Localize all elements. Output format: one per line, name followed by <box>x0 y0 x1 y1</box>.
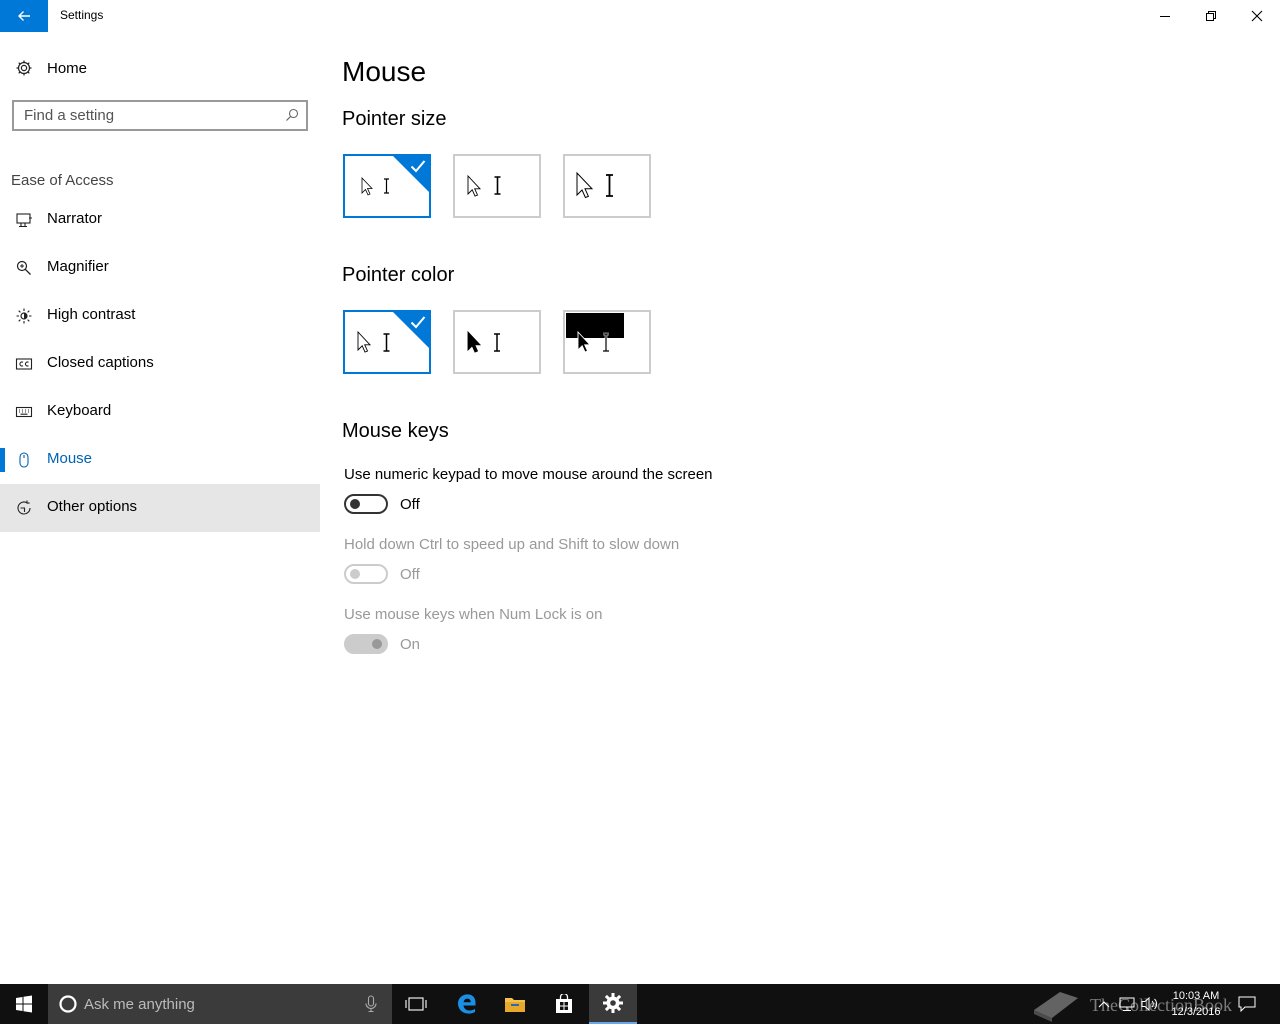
store-icon <box>556 994 572 1013</box>
pointer-size-large-option[interactable] <box>563 154 651 218</box>
taskbar-clock[interactable]: 10:03 AM 12/3/2016 <box>1163 988 1229 1020</box>
search-box <box>12 100 308 131</box>
pointer-size-medium-option[interactable] <box>453 154 541 218</box>
microphone-icon[interactable] <box>364 995 378 1013</box>
close-button[interactable] <box>1234 0 1280 32</box>
magnifier-icon <box>14 258 34 278</box>
sidebar-item-label: Mouse <box>47 450 93 467</box>
pointer-color-white-option[interactable] <box>343 310 431 374</box>
volume-button[interactable] <box>1139 984 1161 1024</box>
closed-captions-icon <box>14 354 34 374</box>
narrator-icon <box>14 210 34 230</box>
windows-logo-icon <box>16 995 32 1013</box>
sidebar-item-label: Keyboard <box>47 402 112 419</box>
edge-icon <box>458 994 476 1014</box>
page-title: Mouse <box>342 56 427 87</box>
search-input[interactable] <box>14 102 274 129</box>
numeric-keypad-toggle[interactable] <box>344 494 388 514</box>
restore-icon <box>1206 11 1216 21</box>
pointer-color-inverted-option[interactable] <box>563 310 651 374</box>
gear-icon <box>603 993 623 1013</box>
pointer-size-small-option[interactable] <box>343 154 431 218</box>
home-label: Home <box>47 59 88 77</box>
back-button[interactable] <box>0 0 48 32</box>
back-arrow-icon <box>18 11 30 21</box>
numeric-keypad-label: Use numeric keypad to move mouse around … <box>344 466 713 483</box>
ctrl-shift-speed-toggle[interactable] <box>344 564 388 584</box>
other-options-icon <box>14 498 34 518</box>
network-button[interactable] <box>1116 984 1138 1024</box>
pointer-color-black-option[interactable] <box>453 310 541 374</box>
sidebar-item-keyboard[interactable]: Keyboard <box>0 388 320 436</box>
checkmark-icon <box>410 160 426 173</box>
sidebar-item-magnifier[interactable]: Magnifier <box>0 244 320 292</box>
sidebar-item-other-options[interactable]: Other options <box>0 484 320 532</box>
toggle-knob <box>350 569 360 579</box>
home-nav-item[interactable]: Home <box>0 52 320 84</box>
sidebar-item-closed-captions[interactable]: Closed captions <box>0 340 320 388</box>
mouse-icon <box>14 450 34 470</box>
pointer-preview-icon <box>467 330 500 353</box>
show-hidden-icons-button[interactable] <box>1092 984 1116 1024</box>
settings-window: Settings Home Find a setting Ease of Acc… <box>0 0 1280 1024</box>
book-icon <box>1034 992 1078 1022</box>
sidebar-item-label: Closed captions <box>47 354 154 371</box>
gear-icon <box>14 58 34 78</box>
task-view-button[interactable] <box>392 984 440 1024</box>
pointer-preview-icon <box>467 174 501 197</box>
action-center-button[interactable] <box>1232 984 1262 1024</box>
mouse-keys-heading: Mouse keys <box>342 420 449 442</box>
pointer-size-heading: Pointer size <box>342 108 447 130</box>
sidebar: Home Ease of Access Narrator <box>0 32 320 984</box>
sidebar-item-label: Narrator <box>47 210 103 227</box>
task-view-icon <box>405 997 427 1011</box>
folder-icon <box>505 998 525 1012</box>
num-lock-toggle[interactable] <box>344 634 388 654</box>
numeric-keypad-state: Off <box>400 496 420 513</box>
ctrl-shift-speed-state: Off <box>400 566 420 583</box>
checkmark-icon <box>410 316 426 329</box>
sidebar-item-high-contrast[interactable]: High contrast <box>0 292 320 340</box>
minimize-button[interactable] <box>1142 0 1188 32</box>
selection-indicator <box>0 448 5 472</box>
network-icon <box>1119 997 1135 1011</box>
sidebar-item-label: Magnifier <box>47 258 109 275</box>
restore-button[interactable] <box>1188 0 1234 32</box>
window-title: Settings <box>60 8 104 22</box>
high-contrast-icon <box>14 306 34 326</box>
section-title: Ease of Access <box>11 172 114 189</box>
clock-date: 12/3/2016 <box>1171 1006 1221 1018</box>
keyboard-icon <box>14 402 34 422</box>
settings-taskbar-button[interactable] <box>589 984 637 1024</box>
cortana-search-box[interactable] <box>48 984 392 1024</box>
close-icon <box>1251 10 1263 22</box>
main-content: Mouse Pointer size Pointer color Mouse k… <box>342 32 1242 984</box>
cortana-icon <box>59 995 77 1013</box>
toggle-knob <box>350 499 360 509</box>
clock-time: 10:03 AM <box>1172 990 1220 1002</box>
sidebar-item-narrator[interactable]: Narrator <box>0 196 320 244</box>
chevron-up-icon <box>1098 1001 1110 1008</box>
pointer-color-heading: Pointer color <box>342 264 455 286</box>
taskbar: TheCollectionBook 10:03 AM 12/3/2016 <box>0 984 1280 1024</box>
minimize-icon <box>1160 16 1170 17</box>
ctrl-shift-speed-label: Hold down Ctrl to speed up and Shift to … <box>344 536 680 553</box>
cortana-search-input[interactable] <box>84 994 344 1014</box>
sidebar-item-label: High contrast <box>47 306 136 323</box>
title-bar: Settings <box>0 0 1280 32</box>
file-explorer-button[interactable] <box>491 984 539 1024</box>
store-button[interactable] <box>540 984 588 1024</box>
speaker-icon <box>1141 996 1158 1012</box>
sidebar-item-label: Other options <box>47 498 138 515</box>
num-lock-state: On <box>400 636 421 653</box>
toggle-knob <box>372 639 382 649</box>
edge-button[interactable] <box>443 984 491 1024</box>
notification-icon <box>1238 996 1256 1012</box>
pointer-preview-icon <box>566 313 624 353</box>
search-icon[interactable] <box>284 107 300 123</box>
sidebar-item-mouse[interactable]: Mouse <box>0 436 320 484</box>
pointer-preview-icon <box>576 171 613 199</box>
num-lock-label: Use mouse keys when Num Lock is on <box>344 606 603 623</box>
start-button[interactable] <box>0 984 48 1024</box>
